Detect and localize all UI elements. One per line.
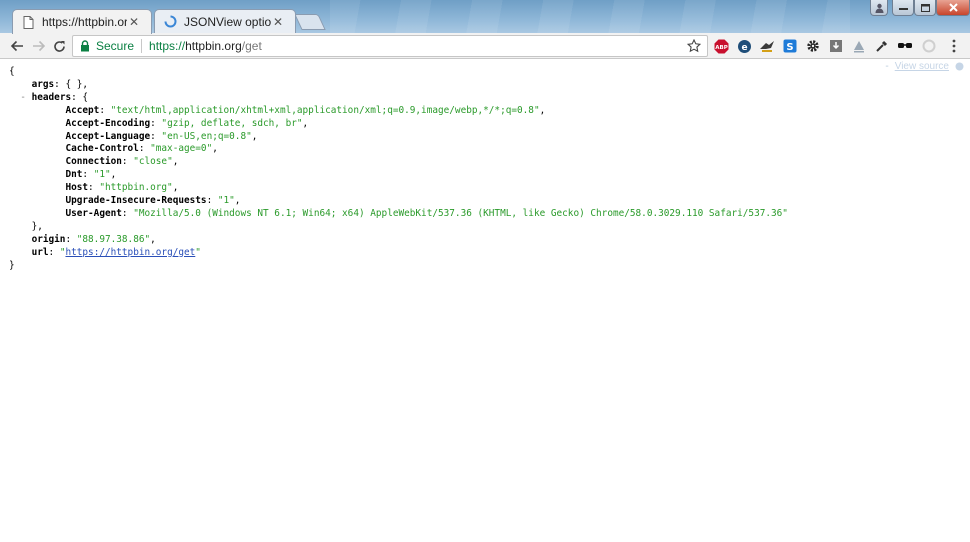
json-close-brace: }, [31,220,43,232]
url-path: /get [241,39,262,53]
json-string: "1" [217,195,235,207]
json-value: { } [65,78,83,90]
json-url-link[interactable]: https://httpbin.org/get [65,247,195,258]
toolbar: Secure https://httpbin.org/get ABP e S [0,33,970,59]
collapse-all-toggle[interactable]: - [885,61,888,72]
eyedropper-icon[interactable] [874,38,890,54]
json-string: "httpbin.org" [99,182,173,194]
json-open-brace: { [82,91,89,103]
json-key: Accept-Language [65,130,151,142]
abp-icon[interactable]: ABP [713,38,729,54]
json-key: args [31,78,55,90]
json-key: User-Agent [65,207,122,219]
json-key: Connection [65,156,122,168]
json-header-row: User-Agent: "Mozilla/5.0 (Windows NT 6.1… [65,207,788,219]
json-header-row: Host: "httpbin.org", [65,182,179,194]
json-string: "close" [133,156,173,168]
json-header-row: Accept-Encoding: "gzip, deflate, sdch, b… [65,117,309,129]
json-key: url [31,246,49,258]
close-tab-icon[interactable]: ✕ [127,15,141,29]
json-string: "en-US,en;q=0.8" [161,130,252,142]
svg-text:ABP: ABP [715,45,727,51]
svg-text:e: e [741,43,747,53]
json-key: headers [31,91,72,103]
loading-icon [163,15,177,29]
profile-icon[interactable] [870,0,888,16]
page-icon [21,15,35,29]
extension-triangle-icon[interactable] [851,38,867,54]
json-key: Host [65,182,89,194]
extension-cloud-icon[interactable] [921,38,937,54]
close-window-button[interactable] [936,0,970,16]
new-tab-button[interactable] [294,14,326,30]
address-bar[interactable]: Secure https://httpbin.org/get [72,35,708,57]
url-host: httpbin.org [185,39,242,53]
close-tab-icon[interactable]: ✕ [271,15,285,29]
collapse-toggle[interactable]: - [20,92,26,103]
json-viewer: { args: { }, - headers: { Accept: "text/… [9,66,788,271]
json-key: Cache-Control [65,143,139,155]
json-key: Accept [65,104,100,116]
divider [141,39,143,53]
json-key: Accept-Encoding [65,117,151,129]
json-key: Upgrade-Insecure-Requests [65,195,207,207]
json-open-brace: { [9,66,15,77]
page-content: - View source { args: { }, - headers: { … [0,60,970,542]
json-close-brace: } [9,259,15,271]
minimize-button[interactable] [892,0,914,16]
json-string: "text/html,application/xhtml+xml,applica… [110,104,540,116]
tab-jsonview-options[interactable]: JSONView options ✕ [154,9,296,33]
json-header-row: Dnt: "1", [65,169,117,181]
lock-icon [81,40,89,52]
tab-strip: https://httpbin.org/get ✕ JSONView optio… [0,0,970,34]
glasses-icon[interactable] [897,38,913,54]
secure-label: Secure [96,39,135,53]
view-source-link[interactable]: View source [895,61,949,72]
json-string: "max-age=0" [150,143,213,155]
jsonview-toolbar: - View source [885,60,964,72]
extension-e-icon[interactable]: e [736,38,752,54]
json-header-row: Cache-Control: "max-age=0", [65,143,218,155]
json-string: "gzip, deflate, sdch, br" [161,117,303,129]
json-string: "1" [93,169,111,181]
back-button[interactable] [8,37,26,55]
forward-button[interactable] [30,37,48,55]
reload-button[interactable] [50,37,68,55]
bookmark-star-icon[interactable] [687,39,701,53]
json-header-row: Accept: "text/html,application/xhtml+xml… [65,104,546,116]
tab-httpbin[interactable]: https://httpbin.org/get ✕ [12,9,152,34]
extension-download-icon[interactable] [828,38,844,54]
maximize-button[interactable] [914,0,936,16]
tab-title: https://httpbin.org/get [42,15,127,29]
extension-bird-icon[interactable] [759,38,775,54]
json-header-row: Upgrade-Insecure-Requests: "1", [65,195,241,207]
tab-title: JSONView options [184,14,271,29]
json-header-row: Accept-Language: "en-US,en;q=0.8", [65,130,258,142]
json-string: "88.97.38.86" [76,233,151,245]
svg-text:S: S [786,42,793,53]
menu-icon[interactable] [946,38,962,54]
json-header-row: Connection: "close", [65,156,179,168]
json-key: origin [31,233,66,245]
gear-icon[interactable] [805,38,821,54]
url-scheme: https:// [149,39,186,53]
help-icon[interactable] [955,62,964,71]
json-string: "Mozilla/5.0 (Windows NT 6.1; Win64; x64… [133,207,788,219]
extension-s-icon[interactable]: S [782,38,798,54]
json-key: Dnt [65,169,83,181]
